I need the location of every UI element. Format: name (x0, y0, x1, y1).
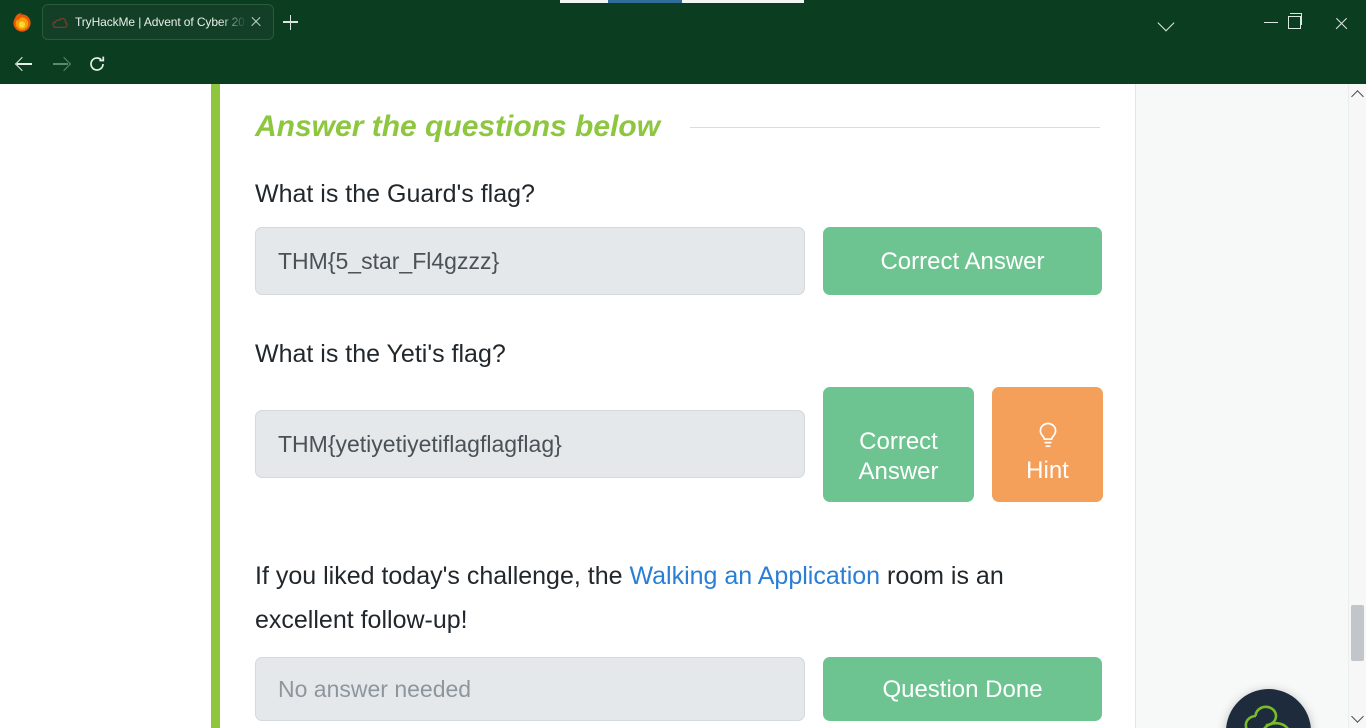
browser-window: TryHackMe | Advent of Cyber 20 Answer th… (0, 0, 1366, 728)
back-button[interactable] (10, 50, 40, 78)
restore-icon (1288, 13, 1302, 29)
chat-widget-button[interactable] (1226, 689, 1311, 728)
new-tab-button[interactable] (276, 9, 304, 35)
navigation-toolbar: https://tryhackme.com/room/adventofcyber… (0, 44, 1366, 124)
scrollbar-thumb[interactable] (1351, 605, 1364, 661)
hint-button[interactable]: Hint (992, 387, 1103, 502)
final-task-block: Question Done (255, 657, 1102, 721)
question-label-1: What is the Guard's flag? (255, 180, 535, 208)
tab-title: TryHackMe | Advent of Cyber 20 (75, 15, 245, 29)
arrow-left-icon (17, 57, 32, 71)
answer-input-1[interactable] (255, 227, 805, 295)
correct-answer-button-1[interactable]: Correct Answer (823, 227, 1102, 295)
correct-answer-button-2[interactable]: Correct Answer (823, 387, 974, 502)
browser-chrome: TryHackMe | Advent of Cyber 20 (0, 0, 1366, 124)
follow-up-text-before: If you liked today's challenge, the (255, 562, 630, 590)
answer-row-2: Correct Answer Hint (255, 387, 1103, 502)
task-content-card: Answer the questions below What is the G… (220, 84, 1135, 728)
page-viewport: Answer the questions below What is the G… (0, 84, 1366, 728)
question-block-1: What is the Guard's flag? Correct Answer (255, 179, 1102, 295)
scrollbar-down-arrow[interactable] (1349, 709, 1366, 726)
hint-button-label: Hint (1026, 457, 1069, 484)
section-header: Answer the questions below (255, 110, 1100, 144)
walking-an-application-link[interactable]: Walking an Application (629, 562, 880, 590)
scrollbar-up-arrow[interactable] (1349, 86, 1366, 103)
tab-bar: TryHackMe | Advent of Cyber 20 (0, 0, 1366, 44)
window-close-button[interactable] (1321, 0, 1366, 44)
browser-tab-active[interactable]: TryHackMe | Advent of Cyber 20 (42, 4, 274, 40)
forward-button[interactable] (46, 50, 76, 78)
question-done-button[interactable]: Question Done (823, 657, 1102, 721)
tab-close-icon[interactable] (247, 13, 265, 31)
window-maximize-button[interactable] (1275, 0, 1321, 44)
chevron-down-icon (1157, 14, 1175, 32)
tryhackme-favicon-icon (51, 14, 68, 31)
green-accent-bar (211, 84, 220, 728)
follow-up-paragraph: If you liked today's challenge, the Walk… (255, 554, 1095, 642)
page-left-gutter (0, 84, 211, 728)
lightbulb-icon (1035, 421, 1061, 451)
list-all-tabs-button[interactable] (1146, 0, 1192, 44)
arrow-right-icon (53, 57, 68, 71)
reload-button[interactable] (82, 50, 112, 78)
question-label-2: What is the Yeti's flag? (255, 340, 506, 368)
final-task-row: Question Done (255, 657, 1102, 721)
question-block-2: What is the Yeti's flag? Correct Answer (255, 339, 1103, 502)
answer-row-1: Correct Answer (255, 227, 1102, 295)
section-title: Answer the questions below (255, 110, 661, 143)
answer-input-2[interactable] (255, 410, 805, 478)
page-scrollbar[interactable] (1348, 84, 1366, 728)
firefox-logo-icon (11, 11, 33, 33)
section-divider (690, 126, 1100, 128)
close-icon (1334, 16, 1348, 30)
content-card-edge (1135, 84, 1136, 728)
final-task-input[interactable] (255, 657, 805, 721)
